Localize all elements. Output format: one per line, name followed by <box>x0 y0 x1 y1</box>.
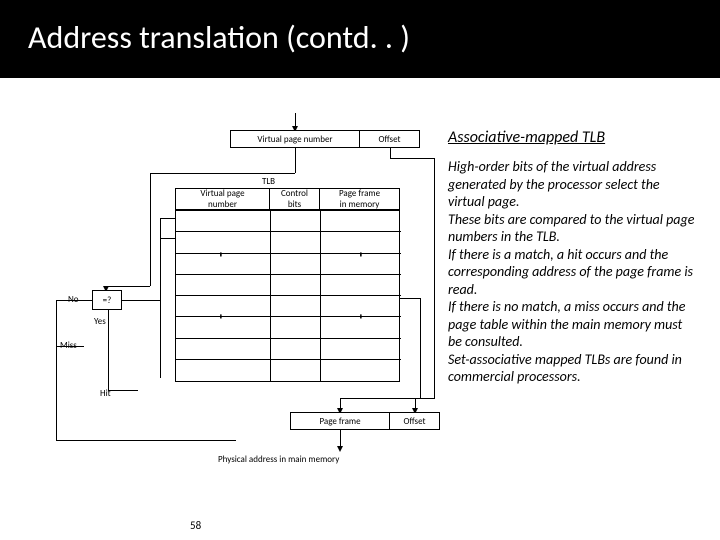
line <box>434 158 435 398</box>
line <box>56 440 236 441</box>
line <box>150 173 151 286</box>
physical-address-label: Physical address in main memory <box>218 454 339 465</box>
arrow-offset-down <box>415 398 416 412</box>
right-heading: Associative-mapped TLB <box>448 128 605 147</box>
line <box>400 298 420 299</box>
line <box>160 218 175 219</box>
slide-title: Address translation (contd. . ) <box>0 0 720 78</box>
tlb-label: TLB <box>262 176 275 187</box>
offset-box-top: Offset <box>360 130 420 148</box>
arrow-pa-out <box>340 430 341 450</box>
line <box>295 148 296 173</box>
tlb-header-page-frame: Page frame in memory <box>320 188 400 210</box>
tlb-table <box>175 210 400 382</box>
line <box>390 158 434 159</box>
tlb-header-vpn: Virtual page number <box>175 188 270 210</box>
line <box>106 286 150 287</box>
arrow-va-in <box>295 113 296 130</box>
line <box>420 298 421 398</box>
comparator-box: =? <box>92 290 122 310</box>
line <box>108 310 109 390</box>
no-label: No <box>68 294 79 305</box>
hit-label: Hit <box>100 388 111 399</box>
offset-box-bottom: Offset <box>390 412 440 430</box>
line <box>108 390 138 391</box>
page-number: 58 <box>190 519 201 532</box>
virtual-page-number-box: Virtual page number <box>230 130 360 148</box>
line <box>56 300 57 440</box>
line <box>340 398 420 399</box>
miss-label: Miss <box>60 340 77 351</box>
line <box>160 218 161 378</box>
line <box>122 300 160 301</box>
line <box>160 238 175 239</box>
arrow-pf-down <box>340 398 341 412</box>
yes-label: Yes <box>94 316 106 327</box>
line <box>150 173 295 174</box>
page-frame-box: Page frame <box>290 412 390 430</box>
tlb-header-control-bits: Control bits <box>270 188 320 210</box>
right-body: High-order bits of the virtual address g… <box>448 158 698 386</box>
diagram-area: Virtual page number Offset TLB Virtual p… <box>0 78 720 540</box>
line <box>390 148 391 158</box>
